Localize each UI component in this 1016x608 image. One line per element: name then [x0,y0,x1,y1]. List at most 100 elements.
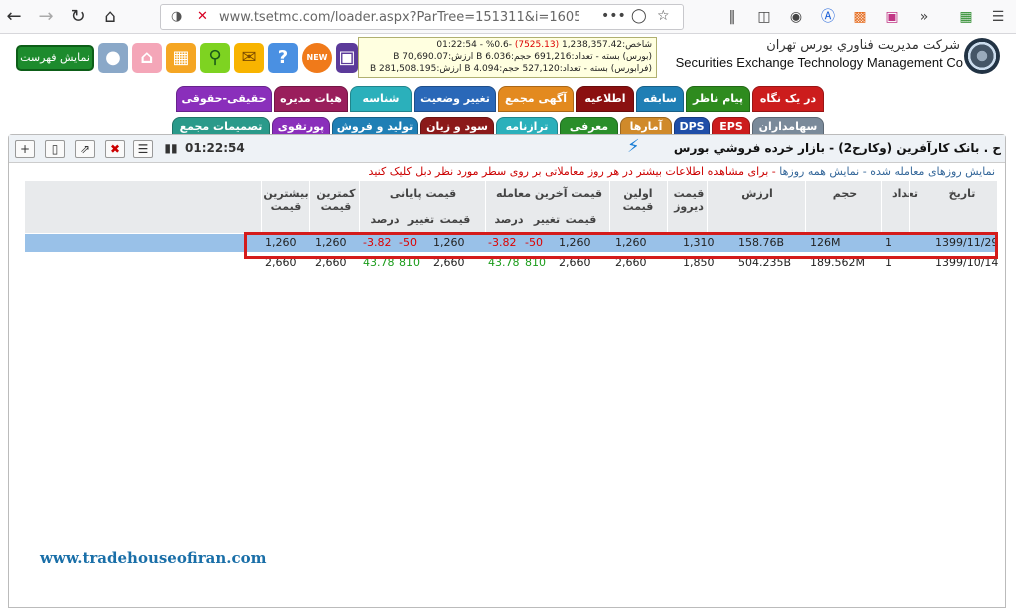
th-close-group: قیمت پایانی [389,187,457,200]
bookmark-star-icon[interactable]: ☆ [657,8,670,24]
panel-time: 01:22:54 [185,141,245,155]
tab-row1-5[interactable]: تغییر وضعیت [414,86,496,112]
market-ticker: شاخص:1,238,357.42 (7525.13) -0.6% - 01:2… [358,37,657,78]
company-name-en: Securities Exchange Technology Managemen… [675,55,963,70]
home-house-icon[interactable]: ⌂ [132,43,162,73]
browser-toolbar: ← → ↻ ⌂ ◑ ✕ www.tsetmc.com/loader.aspx?P… [0,0,1016,34]
tab-row2-3[interactable]: آمارها [620,117,672,135]
th-last-change: تغییر [533,213,561,226]
column-divider [359,181,360,233]
th-volume: حجم [832,187,858,200]
th-close-percent: درصد [370,213,400,226]
show-list-button[interactable]: نمایش فهرست [16,45,94,71]
tab-row2-7[interactable]: تولید و فروش [332,117,418,135]
tab-row2-4[interactable]: معرفی [560,117,618,135]
panel-title: ح . بانک کارآفرین (وکارح2) - بازار خرده … [673,141,1001,155]
show-traded-days-link[interactable]: نمایش روزهای معامله شده [870,165,995,178]
column-divider [909,181,910,233]
sidebar-icon[interactable]: ◫ [754,7,774,27]
address-bar[interactable]: ◑ ✕ www.tsetmc.com/loader.aspx?ParTree=1… [160,4,684,30]
overflow-chevron-icon[interactable]: » [914,7,934,27]
page-actions-icon[interactable]: ••• [601,8,626,24]
account-icon[interactable]: ◉ [786,7,806,27]
expand-plus-icon[interactable]: + [15,140,35,158]
th-date: تاریخ [948,187,976,200]
tab-row1-6[interactable]: شناسه [350,86,412,112]
settings-tools-icon[interactable]: ✖ [105,140,125,158]
message-icon[interactable]: ✉ [234,43,264,73]
search-magnifier-icon[interactable]: ⚲ [200,43,230,73]
ticker-line1: شاخص:1,238,357.42 (7525.13) -0.6% - 01:2… [436,40,652,50]
th-first: اولین قیمت [622,187,654,213]
tab-row1-3[interactable]: اطلاعیه [576,86,634,112]
tab-row2-5[interactable]: ترازنامه [496,117,558,135]
extension-chart-icon[interactable]: ▩ [850,7,870,27]
tab-row2-1[interactable]: EPS [712,117,750,135]
extensions-puzzle-icon[interactable]: ▦ [956,7,976,27]
column-divider [667,181,668,233]
th-last-price: قیمت [565,213,597,226]
forward-arrow-icon[interactable]: → [34,5,58,29]
back-arrow-icon[interactable]: ← [2,5,26,29]
th-yesterday: قیمت دیروز [673,187,705,213]
shield-icon[interactable]: ◑ [171,9,182,24]
th-count: تعداد [891,187,919,200]
instagram-icon[interactable]: ▣ [882,7,902,27]
column-divider [707,181,708,233]
tab-row1-8[interactable]: حقیقی-حقوقی [176,86,272,112]
tab-row2-9[interactable]: تصمیمات مجمع [172,117,270,135]
double-click-hint: - برای مشاهده اطلاعات بیشتر در هر روز مع… [368,165,776,178]
library-icon[interactable]: ‖ [722,7,742,27]
column-divider [881,181,882,233]
bar-chart-icon[interactable]: ▮▮ [161,140,181,158]
lightning-icon: ⚡ [627,136,640,157]
export-icon[interactable]: ⇗ [75,140,95,158]
tab-row1-7[interactable]: هیات مدیره [274,86,348,112]
ticker-line2: (بورس) بسته - تعداد:691,216 حجم:6.036 B … [393,52,652,62]
help-icon[interactable]: ? [268,43,298,73]
column-divider [261,181,262,233]
column-divider [485,181,486,233]
company-logo-icon [964,38,1000,74]
history-panel: + ▯ ⇗ ✖ ☰ ▮▮ 01:22:54 ⚡ ح . بانک کارآفری… [8,134,1006,608]
column-divider [805,181,806,233]
show-all-days-link[interactable]: نمایش همه روزها [779,165,859,178]
tab-row1-4[interactable]: آگهی مجمع [498,86,574,112]
reload-icon[interactable]: ↻ [66,5,90,29]
th-close-change: تغییر [407,213,435,226]
tab-row2-0[interactable]: سهامداران [752,117,824,135]
tv-icon[interactable]: ▣ [336,43,358,73]
document-icon[interactable]: ▯ [45,140,65,158]
ticker-line3: (فرابورس) بسته - تعداد:527,120 حجم:4.094… [369,64,652,74]
tab-row1-2[interactable]: سابقه [636,86,684,112]
site-header: نمایش فهرست ● ⌂ ▦ ⚲ ✉ ? NEW ▣ شاخص:1,238… [0,36,1016,80]
table-grid-icon[interactable]: ▦ [166,43,196,73]
hamburger-menu-icon[interactable]: ☰ [988,7,1008,27]
insecure-lock-icon[interactable]: ✕ [197,9,208,24]
watermark: www.tradehouseofiran.com [40,549,267,567]
th-last-group: قیمت آخرین معامله [495,187,603,200]
th-close-price: قیمت [439,213,471,226]
th-last-percent: درصد [494,213,524,226]
column-divider [609,181,610,233]
company-name-fa: شرکت مديريت فناوري بورس تهران [766,38,960,53]
panel-header: + ▯ ⇗ ✖ ☰ ▮▮ 01:22:54 ⚡ ح . بانک کارآفری… [9,135,1005,163]
tab-row2-8[interactable]: پورتفوی [272,117,330,135]
panel-subline: نمایش روزهای معامله شده - نمایش همه روزه… [368,165,995,178]
new-badge-icon[interactable]: NEW [302,43,332,73]
extension-a-icon[interactable]: Ⓐ [818,7,838,27]
tab-row1-1[interactable]: پیام ناظر [686,86,750,112]
column-divider [309,181,310,233]
tab-row1-0[interactable]: در یک نگاه [752,86,824,112]
selected-row-highlight [244,232,998,259]
th-value: ارزش [741,187,773,200]
home-icon[interactable]: ⌂ [98,5,122,29]
url-text[interactable]: www.tsetmc.com/loader.aspx?ParTree=15131… [219,10,579,25]
globe-icon[interactable]: ● [98,43,128,73]
list-icon[interactable]: ☰ [133,140,153,158]
tab-row2-2[interactable]: DPS [674,117,710,135]
th-low: کمترین قیمت [316,187,356,213]
th-high: بیشترین قیمت [263,187,309,213]
pocket-icon[interactable]: ◯ [631,8,647,24]
tab-row2-6[interactable]: سود و زیان [420,117,494,135]
